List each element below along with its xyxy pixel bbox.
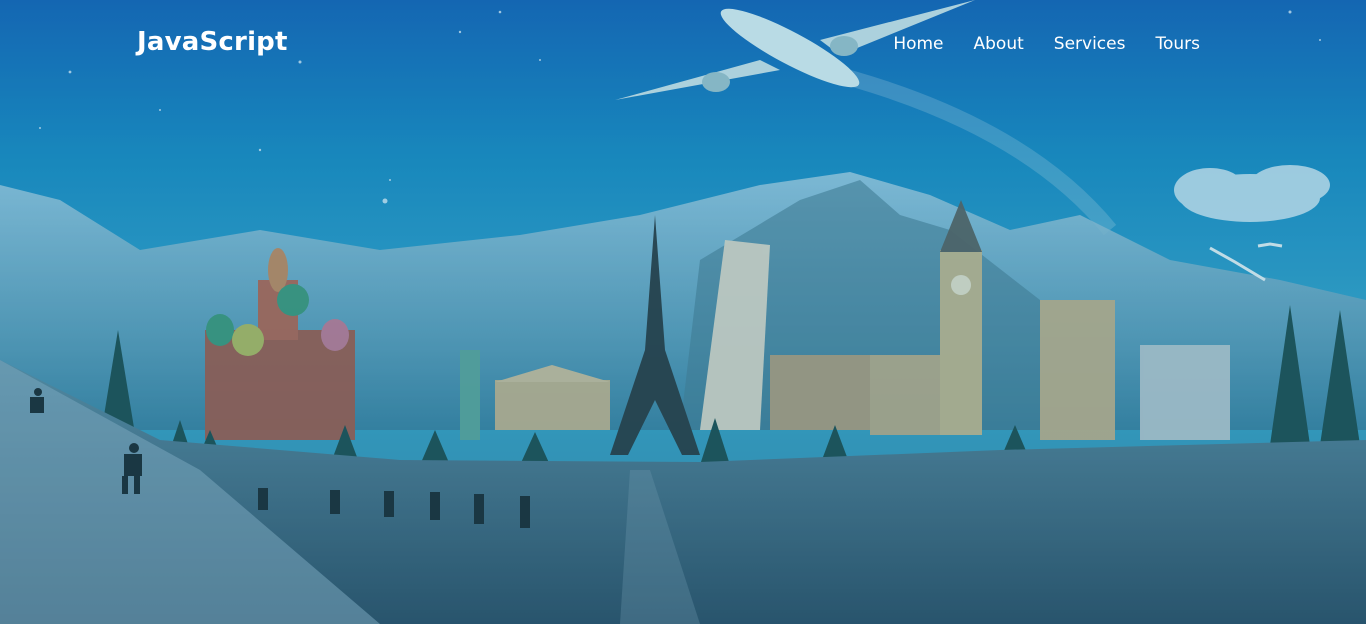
nav-link-home[interactable]: Home [893,34,943,54]
nav-link-services[interactable]: Services [1054,34,1126,54]
hero-section: JavaScript Home About Services Tours [0,0,1366,624]
top-navbar: JavaScript Home About Services Tours [0,0,1366,90]
hero-background-image [0,0,1366,624]
site-logo[interactable]: JavaScript [137,27,288,57]
nav-link-about[interactable]: About [974,34,1024,54]
nav-link-tours[interactable]: Tours [1155,34,1200,54]
main-menu: Home About Services Tours [893,34,1200,54]
